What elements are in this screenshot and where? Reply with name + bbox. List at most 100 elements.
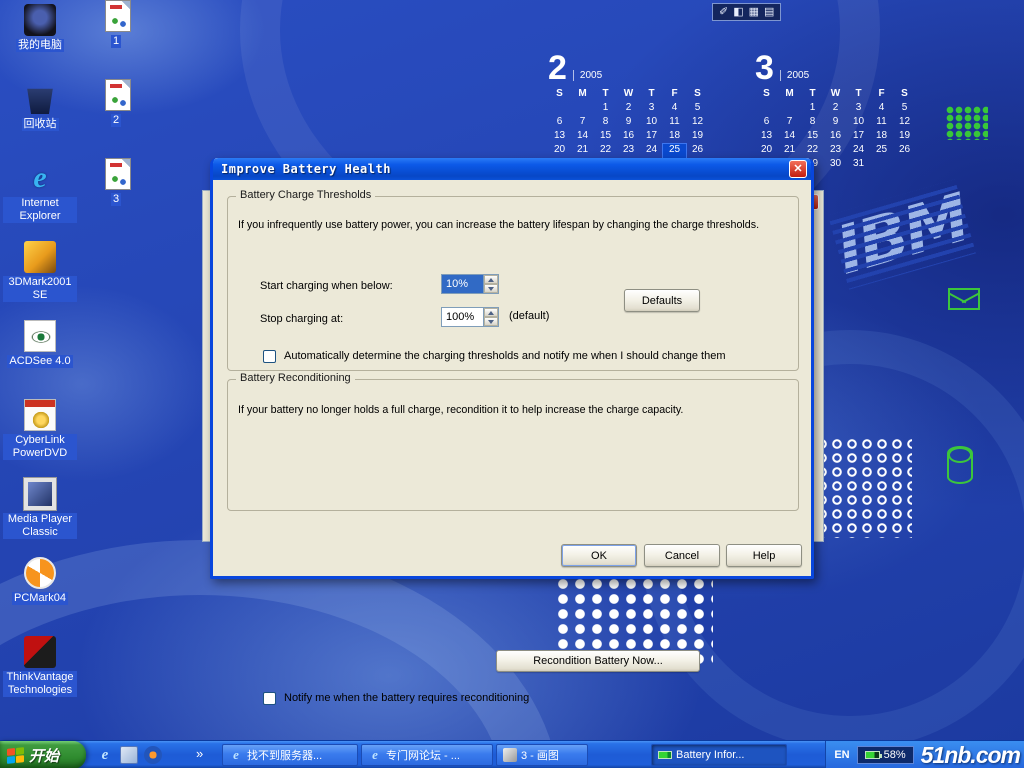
- calendar-day: [548, 102, 571, 116]
- auto-determine-checkbox[interactable]: [263, 350, 276, 363]
- ok-button[interactable]: OK: [561, 544, 637, 567]
- desktop-icon-mpc[interactable]: Media Player Classic: [2, 478, 78, 557]
- task-button-battery[interactable]: Battery Infor...: [651, 744, 787, 766]
- dialog-titlebar[interactable]: Improve Battery Health ✕: [213, 158, 811, 180]
- spin-down-button[interactable]: [484, 284, 498, 293]
- calendar-day: 6: [755, 116, 778, 130]
- internet-explorer-quicklaunch-icon[interactable]: [96, 746, 114, 764]
- calendar-day: 11: [870, 116, 893, 130]
- desktop-icon-jpg[interactable]: 2: [78, 79, 154, 158]
- calendar-day: 21: [778, 144, 801, 158]
- calendar-day: [893, 158, 916, 172]
- calendar-day: 1: [594, 102, 617, 116]
- dialog-body: Battery Charge Thresholds If you infrequ…: [213, 180, 811, 576]
- task-label: 专门网论坛 - ...: [386, 747, 460, 763]
- calendar-day-header: T: [594, 88, 617, 102]
- desktop-icon-powerdvd[interactable]: CyberLink PowerDVD: [2, 399, 78, 478]
- calendar-day-header: S: [686, 88, 709, 102]
- desktop-icon-internet-explorer[interactable]: Internet Explorer: [2, 162, 78, 241]
- desktop-icon-pcmark04[interactable]: PCMark04: [2, 557, 78, 636]
- calendar-day: 18: [663, 130, 686, 144]
- calendar-day: 15: [801, 130, 824, 144]
- desktop-icon-label: ThinkVantage Technologies: [3, 671, 77, 697]
- task-button-ie-2[interactable]: 专门网论坛 - ...: [361, 744, 493, 766]
- notes-icon[interactable]: ▤: [764, 4, 774, 20]
- jpg-icon: [105, 0, 131, 32]
- recondition-battery-button[interactable]: Recondition Battery Now...: [496, 650, 700, 672]
- default-note: (default): [509, 310, 549, 322]
- show-desktop-quicklaunch-icon[interactable]: [120, 746, 138, 764]
- calendar-day-header: F: [870, 88, 893, 102]
- desktop-icon-jpg[interactable]: 1: [78, 0, 154, 79]
- media-player-quicklaunch-icon[interactable]: [144, 746, 162, 764]
- calendar-day: 20: [548, 144, 571, 158]
- start-button[interactable]: 开始: [0, 741, 86, 768]
- spin-up-button[interactable]: [484, 275, 498, 284]
- close-button[interactable]: ✕: [789, 160, 807, 178]
- group-legend: Battery Charge Thresholds: [236, 189, 375, 201]
- start-charging-value[interactable]: 10%: [442, 275, 483, 293]
- language-indicator[interactable]: EN: [834, 749, 849, 761]
- calendar-day: 2: [824, 102, 847, 116]
- defaults-button[interactable]: Defaults: [624, 289, 700, 312]
- stop-charging-value[interactable]: 100%: [442, 308, 483, 326]
- calendar-day: 7: [571, 116, 594, 130]
- thresholds-description: If you infrequently use battery power, y…: [238, 219, 759, 231]
- keyboard-icon[interactable]: ▦: [749, 4, 759, 20]
- calendar-day-header: W: [617, 88, 640, 102]
- help-button[interactable]: Help: [726, 544, 802, 567]
- battery-reconditioning-group: Battery Reconditioning If your battery n…: [227, 379, 799, 511]
- spin-up-button[interactable]: [484, 308, 498, 317]
- improve-battery-health-dialog: Improve Battery Health ✕ Battery Charge …: [210, 158, 814, 579]
- arrow-down-icon: [488, 320, 494, 324]
- floating-toolbar: ✐ ◧ ▦ ▤: [712, 3, 781, 21]
- calendar-day: 26: [893, 144, 916, 158]
- stop-charging-label: Stop charging at:: [260, 313, 343, 325]
- desktop-icon-thinkvantage[interactable]: ThinkVantage Technologies: [2, 636, 78, 715]
- system-tray: EN 58% 51nb.com: [825, 741, 1024, 768]
- grid-decoration-icon: [946, 106, 988, 140]
- task-button-ie-1[interactable]: 找不到服务器...: [222, 744, 358, 766]
- calendar-day: 19: [893, 130, 916, 144]
- desktop: IBM ✐◧▦▤ 我的电脑回收站Internet Explorer3DMark2…: [0, 0, 1024, 768]
- calendar-day: 17: [640, 130, 663, 144]
- spin-down-button[interactable]: [484, 317, 498, 326]
- calendar-day: 30: [824, 158, 847, 172]
- ie-icon: [229, 748, 243, 762]
- desktop-icon-my-computer[interactable]: 我的电脑: [2, 4, 78, 83]
- auto-determine-label[interactable]: Automatically determine the charging thr…: [284, 350, 725, 362]
- desktop-icon-3dmark2001[interactable]: 3DMark2001 SE: [2, 241, 78, 320]
- desktop-icon-label: 我的电脑: [16, 39, 64, 52]
- calendar-day: 8: [594, 116, 617, 130]
- acdsee-icon: [24, 320, 56, 352]
- calendar-day: 17: [847, 130, 870, 144]
- quicklaunch-overflow-button[interactable]: »: [196, 746, 203, 761]
- color-icon[interactable]: ◧: [733, 4, 743, 20]
- calendar-day: 14: [571, 130, 594, 144]
- desktop-icon-recycle-bin[interactable]: 回收站: [2, 83, 78, 162]
- calendar-day-header: T: [847, 88, 870, 102]
- windows-flag-icon: [7, 747, 24, 764]
- calendar-day: [870, 158, 893, 172]
- battery-indicator[interactable]: 58%: [857, 746, 914, 764]
- stop-charging-spinner[interactable]: 100%: [441, 307, 499, 327]
- spinner-buttons: [483, 308, 498, 326]
- desktop-icon-acdsee[interactable]: ACDSee 4.0: [2, 320, 78, 399]
- pen-icon[interactable]: ✐: [719, 4, 728, 20]
- desktop-icon-label: 2: [111, 114, 121, 127]
- notify-reconditioning-label[interactable]: Notify me when the battery requires reco…: [284, 692, 529, 704]
- battery-charge-thresholds-group: Battery Charge Thresholds If you infrequ…: [227, 196, 799, 371]
- notify-reconditioning-checkbox[interactable]: [263, 692, 276, 705]
- cancel-button[interactable]: Cancel: [644, 544, 720, 567]
- calendar-year: 2005: [573, 70, 602, 81]
- desktop-icon-jpg[interactable]: 3: [78, 158, 154, 237]
- envelope-icon: [948, 288, 980, 310]
- my-computer-icon: [24, 4, 56, 36]
- start-charging-spinner[interactable]: 10%: [441, 274, 499, 294]
- ibm-logo-stripes: [828, 179, 976, 289]
- recycle-bin-icon: [24, 83, 56, 115]
- desktop-icon-label: 3: [111, 193, 121, 206]
- calendar-day: 25: [870, 144, 893, 158]
- task-button-paint[interactable]: 3 - 画图: [496, 744, 588, 766]
- powerdvd-icon: [24, 399, 56, 431]
